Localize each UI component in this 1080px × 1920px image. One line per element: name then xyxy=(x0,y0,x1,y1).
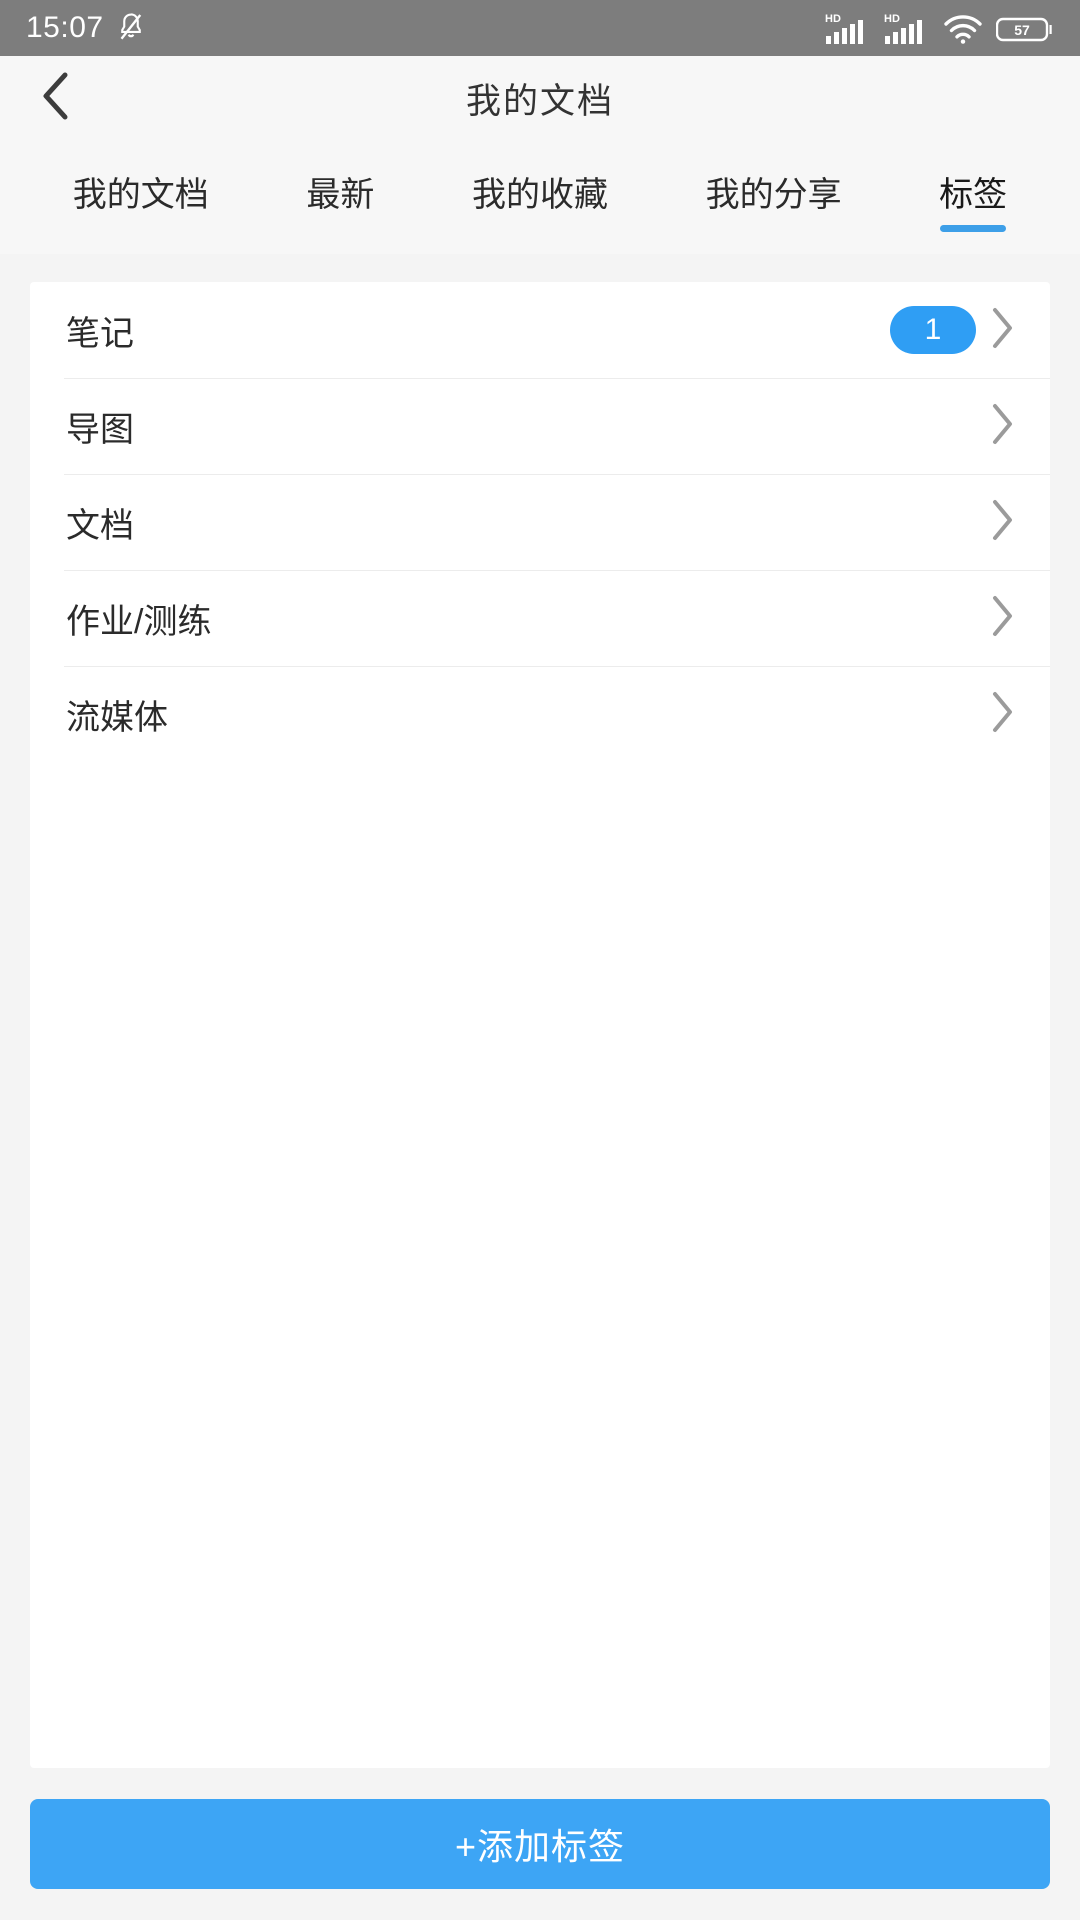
back-button[interactable] xyxy=(18,61,94,137)
tab-label: 我的分享 xyxy=(705,176,842,214)
chevron-left-icon xyxy=(40,70,72,127)
svg-text:HD: HD xyxy=(825,13,841,25)
list-item-label: 文档 xyxy=(66,506,134,545)
list-item-label: 流媒体 xyxy=(66,698,168,737)
app-screen: 15:07 HD HD 57 我的文档 我的文档 最新 我的收藏 我的分享 标签… xyxy=(0,0,1080,1920)
list-item-right xyxy=(990,402,1016,451)
chevron-right-icon xyxy=(990,498,1016,547)
bottom-bar: +添加标签 xyxy=(0,1768,1080,1920)
list-item[interactable]: 流媒体 xyxy=(30,666,1050,762)
count-badge: 1 xyxy=(890,306,976,354)
tag-list: 笔记 1 导图 文档 作业/测练 流媒体 xyxy=(30,282,1050,1768)
bell-muted-icon xyxy=(116,11,146,45)
tab-label: 最新 xyxy=(306,176,375,214)
status-bar: 15:07 HD HD 57 xyxy=(0,0,1080,56)
wifi-icon xyxy=(943,13,983,45)
battery-level-text: 57 xyxy=(1014,22,1030,38)
status-time: 15:07 xyxy=(26,11,104,44)
tab-tags[interactable]: 标签 xyxy=(890,141,1056,254)
chevron-right-icon xyxy=(990,306,1016,355)
list-item-label: 作业/测练 xyxy=(66,602,212,641)
page-title: 我的文档 xyxy=(465,82,614,121)
chevron-right-icon xyxy=(990,402,1016,451)
tab-label: 我的文档 xyxy=(72,176,209,214)
chevron-right-icon xyxy=(990,594,1016,643)
tab-latest[interactable]: 最新 xyxy=(258,141,424,254)
tab-active-indicator xyxy=(940,225,1007,232)
tab-my-shares[interactable]: 我的分享 xyxy=(657,141,891,254)
tab-label: 我的收藏 xyxy=(471,176,608,214)
battery-icon: 57 xyxy=(996,13,1054,45)
list-item-right xyxy=(990,594,1016,643)
list-item[interactable]: 作业/测练 xyxy=(30,570,1050,666)
list-item-right xyxy=(990,498,1016,547)
list-item-label: 导图 xyxy=(66,410,134,449)
add-tag-button[interactable]: +添加标签 xyxy=(30,1799,1050,1889)
status-bar-left: 15:07 xyxy=(26,11,146,45)
list-item-right: 1 xyxy=(890,306,1016,355)
list-item-label: 笔记 xyxy=(66,314,134,353)
svg-text:HD: HD xyxy=(884,13,900,25)
list-item[interactable]: 文档 xyxy=(30,474,1050,570)
tab-my-favorites[interactable]: 我的收藏 xyxy=(423,141,657,254)
list-item[interactable]: 导图 xyxy=(30,378,1050,474)
tab-label: 标签 xyxy=(939,176,1008,214)
tab-bar: 我的文档 最新 我的收藏 我的分享 标签 xyxy=(0,141,1080,254)
signal-hd-icon: HD xyxy=(884,11,930,45)
list-item[interactable]: 笔记 1 xyxy=(30,282,1050,378)
tab-my-documents[interactable]: 我的文档 xyxy=(24,141,258,254)
chevron-right-icon xyxy=(990,690,1016,739)
list-item-right xyxy=(990,690,1016,739)
page-header: 我的文档 xyxy=(0,56,1080,141)
signal-hd-icon: HD xyxy=(825,11,871,45)
status-bar-right: HD HD 57 xyxy=(825,11,1054,45)
